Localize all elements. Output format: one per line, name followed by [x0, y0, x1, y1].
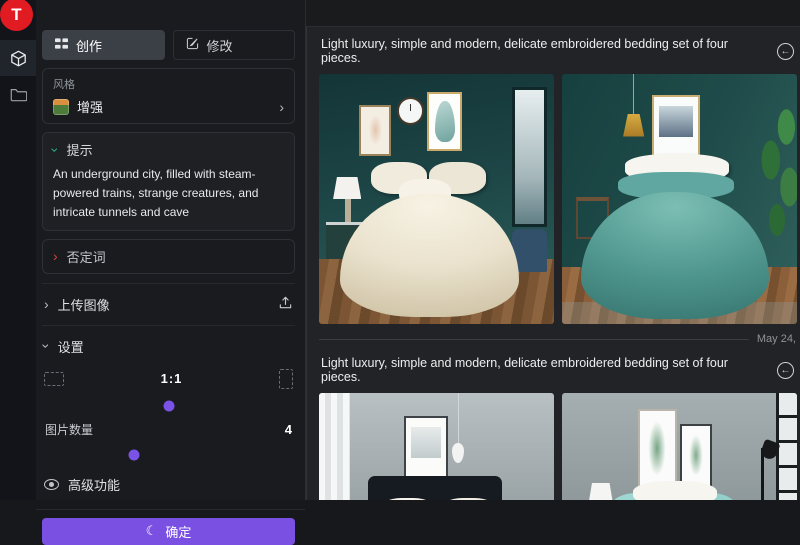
- result-group-header: Light luxury, simple and modern, delicat…: [319, 27, 796, 74]
- tab-create-label: 创作: [76, 36, 102, 55]
- prompt-label: 提示: [67, 140, 93, 159]
- scene-wall-art: [429, 94, 460, 149]
- app-rail: T: [0, 0, 36, 500]
- result-prompt-text: Light luxury, simple and modern, delicat…: [321, 356, 763, 384]
- portrait-icon[interactable]: [279, 369, 293, 389]
- reuse-prompt-icon[interactable]: ←: [777, 362, 794, 379]
- result-group-header: Light luxury, simple and modern, delicat…: [319, 346, 796, 393]
- chevron-right-icon: ›: [53, 249, 58, 263]
- prompt-input[interactable]: An underground city, filled with steam-p…: [53, 165, 284, 223]
- upload-icon[interactable]: [278, 295, 293, 313]
- crescent-icon: ☾: [146, 523, 158, 539]
- image-count-value: 4: [285, 422, 292, 437]
- scene-wall-art: [654, 97, 699, 162]
- date-divider: May 24,: [319, 332, 796, 346]
- upload-label: 上传图像: [58, 295, 110, 314]
- tab-create[interactable]: 创作: [42, 30, 165, 60]
- advanced-label: 高级功能: [68, 475, 120, 494]
- count-slider-thumb[interactable]: [128, 449, 139, 460]
- settings-label: 设置: [58, 337, 84, 356]
- reuse-prompt-icon[interactable]: ←: [777, 43, 794, 60]
- cube-icon: [10, 50, 27, 67]
- prompt-section[interactable]: › 提示 An underground city, filled with st…: [42, 132, 295, 231]
- scene-wall-art: [640, 411, 675, 486]
- scene-pendant-cord: [633, 74, 634, 114]
- result-image-row: [319, 393, 796, 500]
- settings-header[interactable]: › 设置: [42, 325, 295, 367]
- rail-item-assets[interactable]: [0, 76, 36, 112]
- generated-image-teal-bedding[interactable]: [562, 74, 797, 324]
- style-thumbnail: [53, 99, 69, 115]
- generated-image-white-bedding[interactable]: [319, 393, 554, 500]
- scene-pillow: [633, 481, 718, 501]
- rail-item-generate[interactable]: [0, 40, 36, 76]
- negative-section[interactable]: › 否定词: [42, 239, 295, 274]
- image-count-row: 图片数量 4: [45, 421, 292, 438]
- divider-line: [319, 339, 749, 340]
- scene-lamp: [588, 483, 614, 500]
- aspect-ratio-row: 1:1: [44, 369, 293, 389]
- scene-lamp: [333, 177, 361, 200]
- results-area: Light luxury, simple and modern, delicat…: [306, 0, 800, 500]
- scene-clock: [399, 99, 423, 123]
- scene-headboard: [368, 476, 502, 501]
- result-image-row: [319, 74, 796, 324]
- style-label: 风格: [53, 76, 284, 92]
- aspect-ratio-value: 1:1: [64, 371, 279, 386]
- scene-pendant-cord: [458, 393, 459, 446]
- user-avatar[interactable]: T: [0, 0, 33, 31]
- chevron-down-icon: ›: [39, 344, 53, 349]
- grid-icon: [55, 38, 68, 53]
- results-feed: Light luxury, simple and modern, delicat…: [306, 27, 800, 500]
- aspect-slider-thumb[interactable]: [163, 400, 174, 411]
- image-count-label: 图片数量: [45, 421, 93, 438]
- chevron-right-icon: ›: [44, 297, 49, 311]
- style-selector[interactable]: 增强 ›: [53, 97, 284, 116]
- prompt-header[interactable]: › 提示: [53, 140, 284, 159]
- date-label: May 24,: [757, 333, 796, 345]
- edit-icon: [186, 37, 199, 53]
- style-value: 增强: [77, 97, 103, 116]
- scene-lamp: [345, 199, 351, 222]
- result-prompt-text: Light luxury, simple and modern, delicat…: [321, 37, 763, 65]
- scene-wall-art: [361, 107, 389, 155]
- landscape-icon[interactable]: [44, 372, 64, 386]
- generated-image-aqua-bedding[interactable]: [562, 393, 797, 500]
- panel-footer: ☾ 确定: [36, 509, 305, 545]
- confirm-label: 确定: [165, 522, 191, 541]
- negative-header[interactable]: › 否定词: [53, 247, 284, 266]
- style-section: 风格 增强 ›: [42, 68, 295, 124]
- scene-wall-art: [682, 426, 710, 486]
- negative-label: 否定词: [67, 247, 106, 266]
- control-panel: 创作 修改 风格 增强 › › 提示 An underground city, …: [36, 0, 306, 500]
- tab-modify[interactable]: 修改: [173, 30, 296, 60]
- scene-window: [512, 87, 547, 227]
- chevron-right-icon: ›: [279, 100, 284, 114]
- mode-tabs: 创作 修改: [42, 30, 295, 60]
- confirm-button[interactable]: ☾ 确定: [42, 518, 295, 545]
- results-top-bar: [306, 0, 800, 27]
- advanced-features-row[interactable]: 高级功能: [44, 475, 293, 509]
- eye-icon: [44, 479, 59, 490]
- chevron-down-icon: ›: [48, 147, 62, 152]
- folder-icon: [10, 87, 27, 102]
- tab-modify-label: 修改: [207, 36, 233, 55]
- scene-curtain: [319, 393, 350, 500]
- scene-wall-art: [406, 418, 446, 476]
- upload-image-row[interactable]: › 上传图像: [42, 283, 295, 325]
- generated-image-cream-bedding[interactable]: [319, 74, 554, 324]
